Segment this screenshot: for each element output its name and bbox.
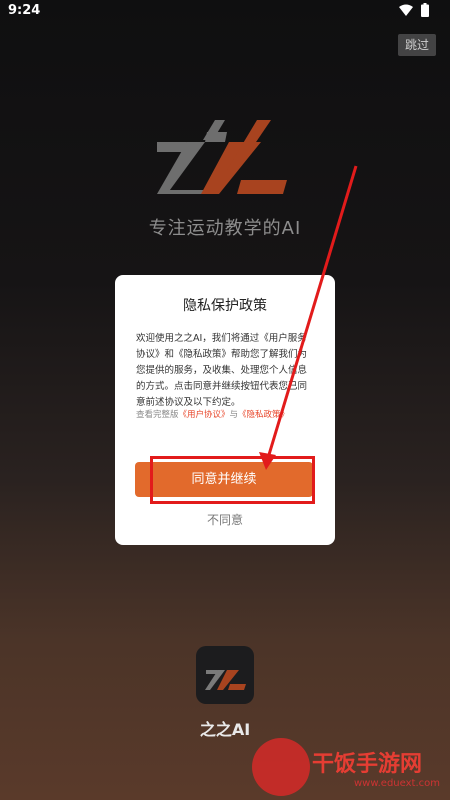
zz-small-logo-icon: [205, 670, 246, 690]
app-name: 之之AI: [199, 720, 251, 739]
annotation-highlight-box: [150, 456, 315, 504]
app-icon: [196, 646, 254, 704]
slogan: 专注运动教学的AI: [148, 218, 302, 239]
watermark-text: 干饭手游网: [312, 752, 423, 777]
dialog-links: 查看完整版《用户协议》与《隐私政策》: [136, 408, 326, 420]
dialog-title: 隐私保护政策: [183, 298, 267, 314]
splash-screen: 9:24 跳过 专注运动教学的AI 隐私保护政策 欢迎使用之之AI，我们将通过《…: [0, 0, 450, 800]
links-and: 与: [229, 410, 239, 420]
watermark: 干饭手游网 www.eduext.com: [250, 738, 450, 800]
dialog-body: 欢迎使用之之AI，我们将通过《用户服务协议》和《隐私政策》帮助您了解我们为您提供…: [136, 333, 308, 408]
status-bar: 9:24: [0, 0, 450, 22]
skip-button[interactable]: 跳过: [398, 34, 436, 56]
status-time: 9:24: [8, 3, 41, 18]
privacy-dialog: 隐私保护政策 欢迎使用之之AI，我们将通过《用户服务协议》和《隐私政策》帮助您了…: [115, 275, 335, 545]
links-prefix: 查看完整版: [136, 410, 179, 420]
disagree-button[interactable]: 不同意: [115, 511, 335, 528]
watermark-url: www.eduext.com: [354, 778, 440, 789]
wifi-icon: [399, 4, 413, 16]
user-agreement-link[interactable]: 《用户协议》: [179, 410, 230, 420]
privacy-policy-link[interactable]: 《隐私政策》: [238, 410, 289, 420]
battery-icon: [421, 3, 429, 17]
watermark-logo-icon: [252, 738, 310, 796]
zz-logo-icon: [157, 120, 287, 194]
